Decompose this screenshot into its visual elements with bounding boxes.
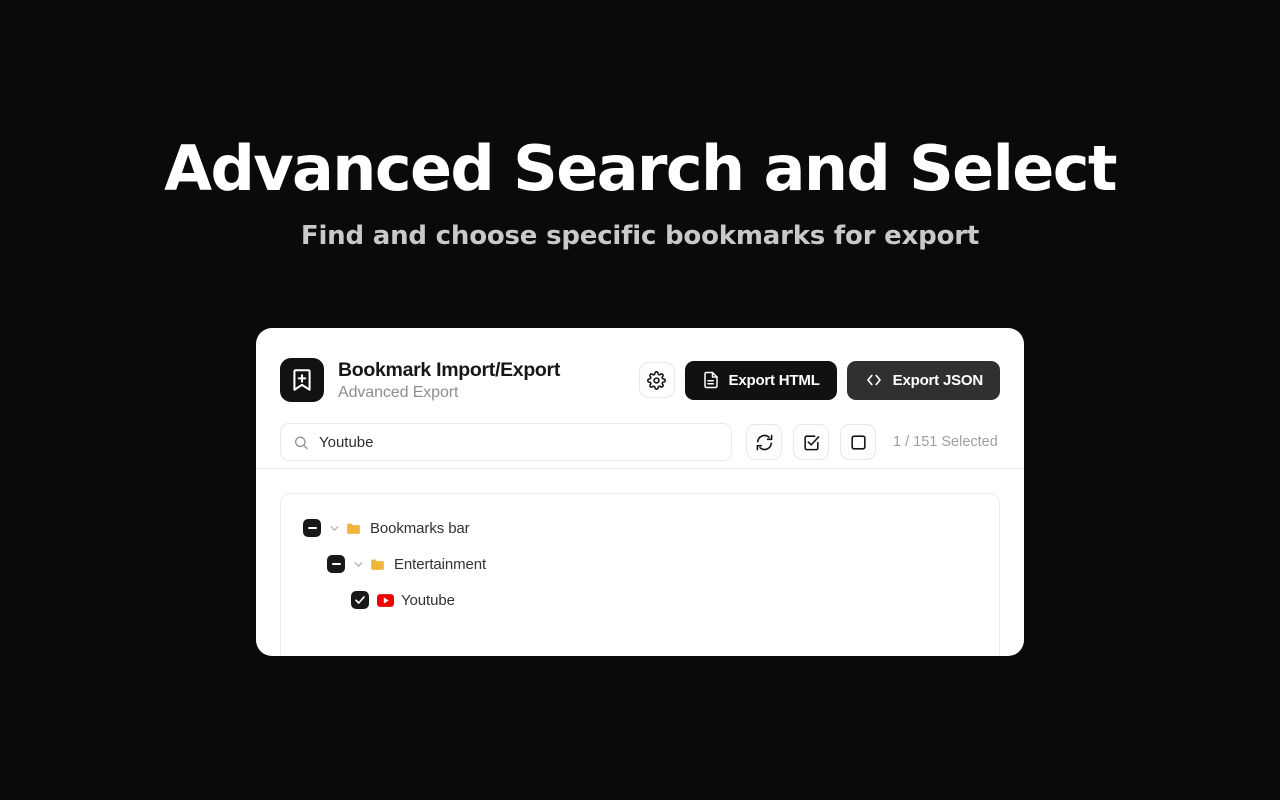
- refresh-button[interactable]: [746, 424, 782, 460]
- bookmark-tree-panel: Bookmarks bar Entertainment Youtube: [280, 493, 1000, 656]
- folder-icon: [369, 556, 386, 573]
- header-actions: Export HTML Export JSON: [638, 360, 1000, 400]
- app-subtitle: Advanced Export: [338, 383, 459, 401]
- document-icon: [703, 371, 718, 389]
- folder-icon: [345, 520, 362, 537]
- tree-row[interactable]: Youtube: [351, 588, 999, 612]
- page-root: Advanced Search and Select Find and choo…: [0, 0, 1280, 800]
- export-html-label: Export HTML: [728, 371, 820, 389]
- settings-button[interactable]: [638, 362, 675, 398]
- dash-icon: [331, 562, 341, 566]
- app-title: Bookmark Import/Export: [338, 359, 561, 382]
- tree-checkbox-indeterminate[interactable]: [327, 555, 345, 573]
- youtube-icon: [377, 593, 394, 607]
- select-all-button[interactable]: [793, 424, 829, 460]
- page-title: Advanced Search and Select: [164, 132, 1117, 205]
- app-title-group: Bookmark Import/Export Advanced Export: [338, 358, 639, 401]
- toolbar-divider: [256, 468, 1024, 469]
- app-card: Bookmark Import/Export Advanced Export E…: [256, 328, 1024, 656]
- tree-node-label: Youtube: [401, 591, 455, 609]
- code-brackets-icon: [866, 374, 881, 386]
- page-subtitle: Find and choose specific bookmarks for e…: [300, 221, 980, 252]
- chevron-down-icon[interactable]: [352, 558, 365, 571]
- deselect-all-button[interactable]: [840, 424, 876, 460]
- check-square-icon: [803, 434, 819, 450]
- search-field[interactable]: [280, 423, 732, 461]
- empty-square-icon: [850, 434, 866, 450]
- card-header: Bookmark Import/Export Advanced Export E…: [256, 328, 1024, 416]
- export-json-label: Export JSON: [892, 371, 984, 389]
- refresh-icon: [756, 434, 772, 450]
- tree-row[interactable]: Entertainment: [327, 552, 999, 576]
- search-icon: [294, 436, 308, 449]
- export-html-button[interactable]: Export HTML: [684, 360, 837, 400]
- export-json-button[interactable]: Export JSON: [846, 360, 1000, 400]
- tool-icon-group: 1 / 151 Selected: [746, 424, 998, 460]
- tree-node-label: Entertainment: [394, 555, 487, 573]
- toolbar: 1 / 151 Selected: [256, 416, 1024, 468]
- hero-section: Advanced Search and Select Find and choo…: [0, 0, 1280, 252]
- dash-icon: [307, 526, 317, 530]
- check-icon: [355, 596, 365, 604]
- search-input[interactable]: [318, 433, 719, 451]
- bookmark-plus-icon: [280, 358, 324, 402]
- tree-node-label: Bookmarks bar: [370, 519, 470, 537]
- gear-icon: [647, 370, 666, 390]
- tree-row[interactable]: Bookmarks bar: [303, 516, 999, 540]
- tree-checkbox-indeterminate[interactable]: [303, 519, 321, 537]
- chevron-down-icon[interactable]: [328, 522, 341, 535]
- selection-count: 1 / 151 Selected: [893, 434, 998, 450]
- tree-checkbox-checked[interactable]: [351, 591, 369, 609]
